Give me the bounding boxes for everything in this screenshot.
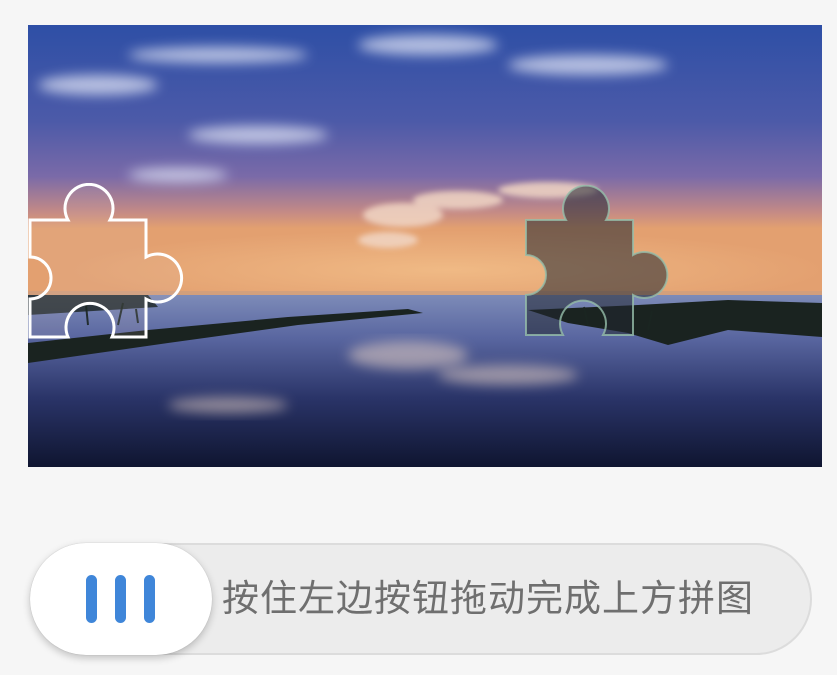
slider-handle-button[interactable] bbox=[30, 543, 212, 655]
grip-line bbox=[144, 575, 155, 623]
slider-captcha: 按住左边按钮拖动完成上方拼图 bbox=[0, 0, 837, 675]
grip-line bbox=[115, 575, 126, 623]
puzzle-slot-icon bbox=[525, 185, 669, 336]
grip-line bbox=[86, 575, 97, 623]
puzzle-piece-icon[interactable] bbox=[28, 183, 193, 345]
captcha-background-image bbox=[28, 25, 822, 467]
slider-hint-text: 按住左边按钮拖动完成上方拼图 bbox=[222, 577, 754, 620]
grip-lines-icon bbox=[86, 575, 156, 623]
